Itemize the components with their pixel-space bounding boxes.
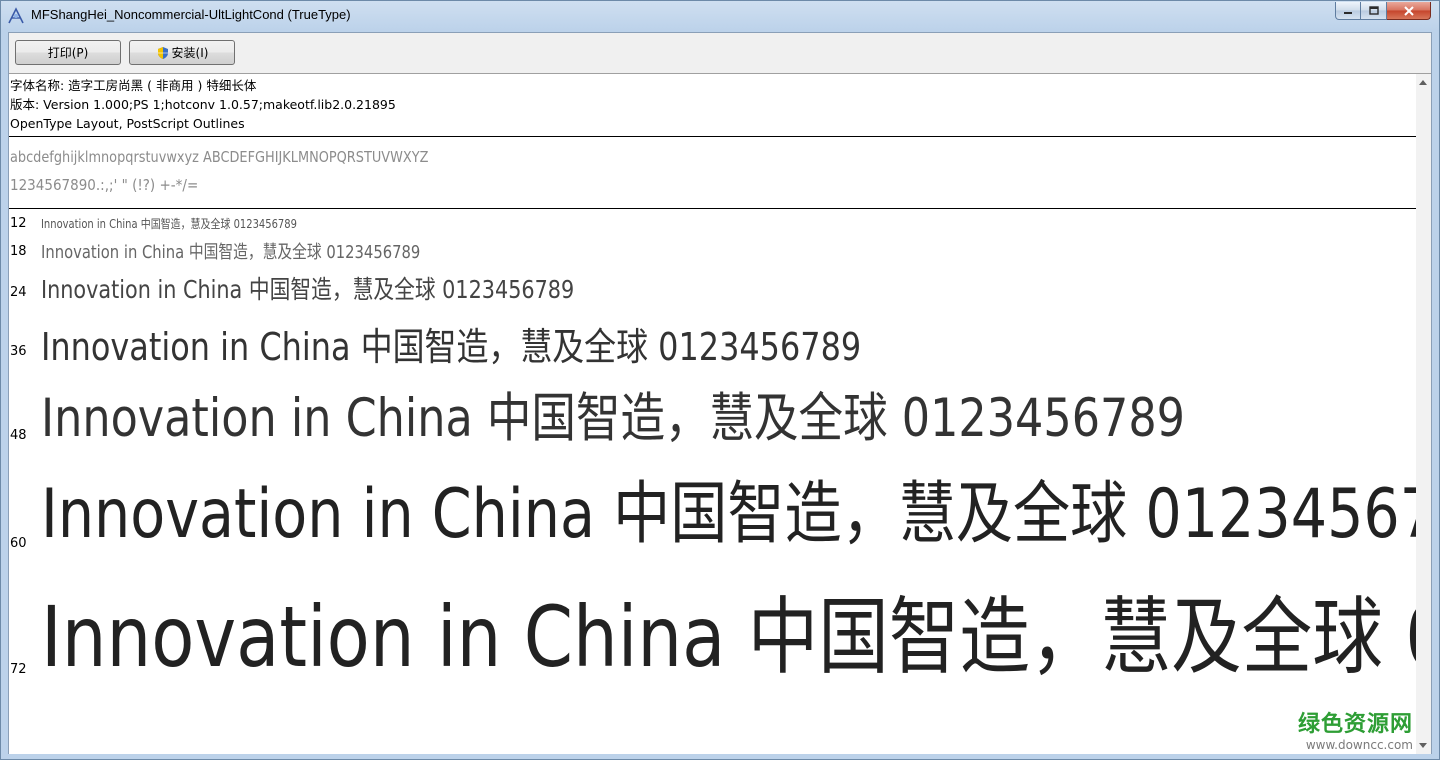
- sample-row-12: 12 Innovation in China 中国智造，慧及全球 0123456…: [9, 210, 1417, 234]
- minimize-icon: [1344, 11, 1352, 14]
- divider: [9, 208, 1417, 209]
- font-app-icon: [8, 7, 24, 24]
- scroll-down-arrow-icon[interactable]: [1419, 743, 1427, 748]
- sample-text: Innovation in China 中国智造，慧及全球 0123456789: [41, 217, 297, 231]
- install-button[interactable]: 安装(I): [129, 40, 235, 65]
- sample-row-48: 48 Innovation in China 中国智造，慧及全球 0123456…: [9, 374, 1417, 458]
- print-button-label: 打印(P): [47, 46, 89, 60]
- font-name-line: 字体名称: 造字工房尚黑 ( 非商用 ) 特细长体: [10, 78, 257, 93]
- sample-text: Innovation in China 中国智造，慧及全球 0123456789: [41, 242, 421, 263]
- font-info: 字体名称: 造字工房尚黑 ( 非商用 ) 特细长体 版本: Version 1.…: [10, 76, 396, 133]
- scroll-up-arrow-icon[interactable]: [1419, 80, 1427, 85]
- sample-size-label: 36: [10, 344, 27, 359]
- sample-text: Innovation in China 中国智造，慧及全球 0123456789: [41, 325, 862, 369]
- close-icon: [1403, 5, 1414, 16]
- sample-size-label: 12: [10, 216, 27, 231]
- font-preview-pane[interactable]: 字体名称: 造字工房尚黑 ( 非商用 ) 特细长体 版本: Version 1.…: [9, 73, 1431, 754]
- sample-size-label: 48: [10, 428, 27, 443]
- font-version-line: 版本: Version 1.000;PS 1;hotconv 1.0.57;ma…: [10, 97, 396, 112]
- close-button[interactable]: [1387, 2, 1431, 20]
- sample-row-18: 18 Innovation in China 中国智造，慧及全球 0123456…: [9, 234, 1417, 266]
- title-bar[interactable]: MFShangHei_Noncommercial-UltLightCond (T…: [1, 1, 1439, 31]
- charset-digits: 1234567890.:,;' " (!?) +-*/=: [10, 176, 199, 194]
- watermark: 绿色资源网 www.downcc.com: [1298, 706, 1413, 752]
- watermark-url: www.downcc.com: [1305, 738, 1413, 752]
- window-controls: [1335, 2, 1431, 21]
- vertical-scrollbar[interactable]: [1416, 74, 1431, 754]
- sample-size-label: 24: [10, 285, 27, 300]
- sample-row-24: 24 Innovation in China 中国智造，慧及全球 0123456…: [9, 266, 1417, 310]
- sample-size-label: 72: [10, 662, 27, 677]
- font-format-line: OpenType Layout, PostScript Outlines: [10, 116, 245, 131]
- sample-size-label: 60: [10, 536, 27, 551]
- sample-row-60: 60 Innovation in China 中国智造，慧及全球 0123456…: [9, 458, 1417, 570]
- print-button[interactable]: 打印(P): [15, 40, 121, 65]
- uac-shield-icon: [157, 46, 168, 59]
- sample-row-72: 72 Innovation in China 中国智造，慧及全球 0123456…: [9, 570, 1417, 710]
- toolbar: 打印(P) 安装(I): [9, 33, 1431, 73]
- sample-text: Innovation in China 中国智造，慧及全球 0123456789: [41, 588, 1417, 686]
- divider: [9, 136, 1417, 137]
- install-button-label: 安装(I): [171, 46, 209, 60]
- font-viewer-window: MFShangHei_Noncommercial-UltLightCond (T…: [0, 0, 1440, 760]
- maximize-button[interactable]: [1361, 2, 1387, 20]
- minimize-button[interactable]: [1335, 2, 1361, 20]
- charset-letters: abcdefghijklmnopqrstuvwxyz ABCDEFGHIJKLM…: [10, 148, 429, 166]
- watermark-main: 绿色资源网: [1297, 712, 1413, 737]
- maximize-icon: [1368, 5, 1379, 15]
- sample-text: Innovation in China 中国智造，慧及全球 0123456789: [41, 475, 1417, 554]
- window-title: MFShangHei_Noncommercial-UltLightCond (T…: [31, 7, 351, 22]
- client-area: 打印(P) 安装(I) 字体名称: 造字工房尚黑 ( 非商用 ) 特细长体 版本…: [8, 32, 1432, 754]
- sample-size-label: 18: [10, 244, 27, 259]
- sample-text: Innovation in China 中国智造，慧及全球 0123456789: [41, 388, 1186, 449]
- sample-text: Innovation in China 中国智造，慧及全球 0123456789: [41, 275, 575, 304]
- sample-row-36: 36 Innovation in China 中国智造，慧及全球 0123456…: [9, 310, 1417, 374]
